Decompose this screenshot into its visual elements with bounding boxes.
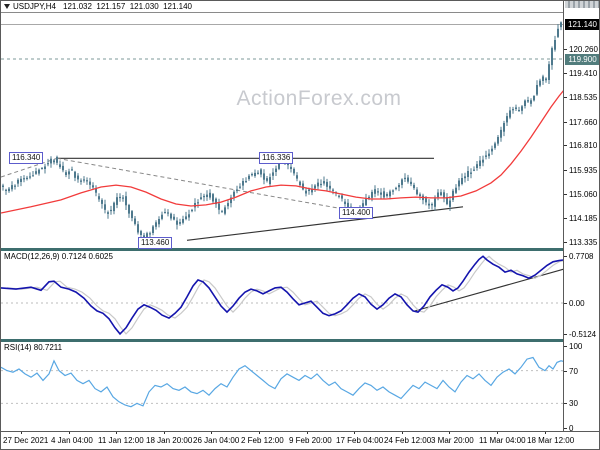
date-label: 24 Feb 12:00 [384,436,432,445]
date-label: 18 Jan 20:00 [146,436,193,445]
ohlc-values: 121.032 121.157 121.030 121.140 [63,2,193,11]
pane-separator[interactable] [1,248,599,251]
rsi-pane[interactable] [1,342,563,431]
chart-title-row: USDJPY,H4 121.032 121.157 121.030 121.14… [1,1,563,13]
time-axis[interactable]: 27 Dec 2021 4 Jan 04:00 11 Jan 12:00 18 Jan… [1,431,599,449]
axis-tick-mark [564,73,567,74]
axis-tick-mark [564,218,567,219]
axis-tick-label: 0.00 [569,299,585,308]
date-label: 18 Mar 12:00 [527,436,575,445]
axis-tick-mark [564,371,567,372]
axis-tick-mark [564,303,567,304]
axis-tick-mark [564,403,567,404]
axis-tick-mark [564,49,567,50]
axis-tick-mark [564,97,567,98]
symbol-timeframe: USDJPY,H4 [13,2,56,11]
price-annotation[interactable]: 116.336 [259,152,294,164]
price-annotation[interactable]: 114.400 [339,207,374,219]
pane-separator[interactable] [1,339,599,342]
axis-tick-label: 115.060 [569,190,598,199]
axis-tick-mark [564,346,567,347]
axis-tick-mark [564,242,567,243]
date-label: 17 Feb 04:00 [336,436,384,445]
date-label: 11 Jan 12:00 [98,436,144,445]
price-annotation[interactable]: 113.460 [138,237,173,249]
axis-tick-label: 30 [569,399,578,408]
date-label: 27 Dec 2021 [3,436,49,445]
current-price-badge: 121.140 [565,19,599,30]
time-scale-border [1,431,599,432]
axis-tick-mark [564,194,567,195]
axis-tick-mark [564,145,567,146]
axis-tick-label: 116.810 [569,141,598,150]
date-label: 2 Feb 12:00 [241,436,284,445]
axis-tick-label: 120.260 [569,45,598,54]
main-chart-pane[interactable] [1,13,563,248]
axis-tick-label: 0.7708 [569,252,594,261]
axis-tick-mark [564,170,567,171]
axis-tick-label: 114.185 [569,214,598,223]
level-price-badge: 119.900 [565,54,599,65]
axis-tick-mark [564,256,567,257]
rsi-label: RSI(14) 80.7211 [4,343,63,352]
collapse-triangle-icon[interactable] [4,4,10,9]
axis-tick-label: 70 [569,367,578,376]
axis-tick-mark [564,122,567,123]
price-axis[interactable]: 121.140 119.900 120.260 119.410 118.535 117… [564,1,599,433]
macd-label: MACD(12,26,9) 0.7124 0.6025 [4,252,113,261]
axis-tick-mark [564,334,567,335]
axis-tick-label: 100 [569,342,583,351]
axis-tick-label: 119.410 [569,69,598,78]
date-label: 26 Jan 04:00 [193,436,240,445]
axis-tick-mark [564,428,567,429]
price-annotation[interactable]: 116.340 [9,152,44,164]
axis-tick-label: 115.935 [569,166,598,175]
date-label: 3 Mar 20:00 [431,436,474,445]
axis-tick-label: -0.5124 [569,330,597,339]
date-label: 9 Feb 20:00 [289,436,332,445]
chart-window: ActionForex.com USDJPY,H4 121.032 121.15… [0,0,600,450]
date-label: 4 Jan 04:00 [51,436,93,445]
price-scale-border [563,1,564,431]
clipped-axis-label [565,1,599,8]
date-label: 11 Mar 04:00 [479,436,526,445]
axis-tick-label: 118.535 [569,93,598,102]
axis-tick-label: 117.660 [569,118,598,127]
macd-pane[interactable] [1,251,563,339]
axis-tick-label: 113.335 [569,238,598,247]
